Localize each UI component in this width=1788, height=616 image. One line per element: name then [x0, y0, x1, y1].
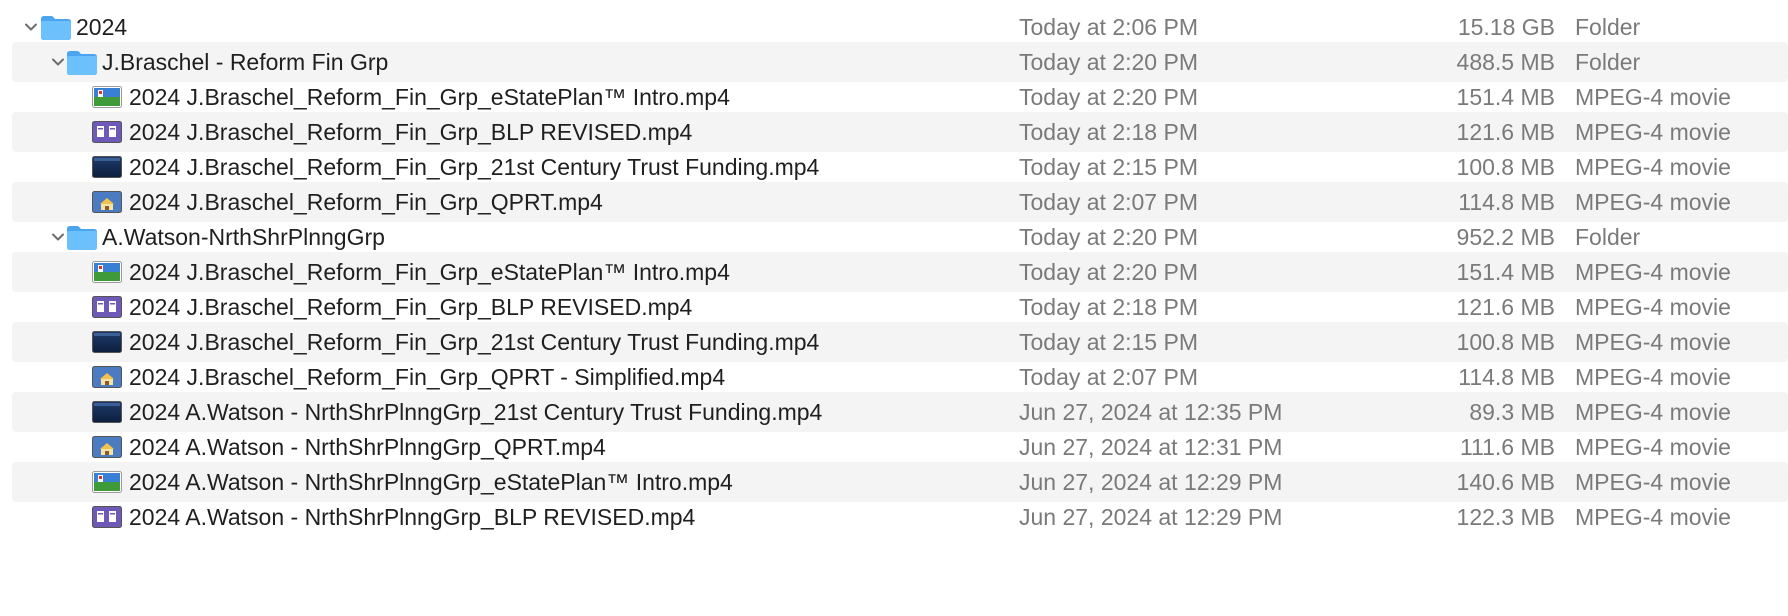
item-name: A.Watson-NrthShrPlnngGrp: [102, 224, 385, 250]
house-thumbnail-icon: [92, 191, 122, 213]
date-modified: Jun 27, 2024 at 12:31 PM: [1019, 434, 1283, 460]
date-modified: Today at 2:15 PM: [1019, 329, 1198, 355]
item-kind: MPEG-4 movie: [1575, 84, 1731, 110]
dark-blue-thumbnail-icon: [92, 331, 122, 353]
item-size: 151.4 MB: [1456, 84, 1555, 110]
file-row[interactable]: 2024 A.Watson - NrthShrPlnngGrp_21st Cen…: [12, 392, 1788, 432]
date-modified: Today at 2:18 PM: [1019, 294, 1198, 320]
item-kind: MPEG-4 movie: [1575, 119, 1731, 145]
date-modified: Today at 2:20 PM: [1019, 224, 1198, 250]
item-name: 2024: [76, 14, 128, 40]
item-kind: MPEG-4 movie: [1575, 364, 1731, 390]
item-name: 2024 A.Watson - NrthShrPlnngGrp_eStatePl…: [129, 469, 733, 495]
item-size: 100.8 MB: [1456, 329, 1555, 355]
date-modified: Jun 27, 2024 at 12:29 PM: [1019, 469, 1283, 495]
date-modified: Jun 27, 2024 at 12:29 PM: [1019, 504, 1283, 530]
date-modified: Today at 2:20 PM: [1019, 84, 1198, 110]
date-modified: Today at 2:07 PM: [1019, 364, 1198, 390]
item-size: 952.2 MB: [1456, 224, 1555, 250]
finder-list-view: 2024 Today at 2:06 PM 15.18 GB Folder J.…: [0, 0, 1788, 616]
item-size: 89.3 MB: [1469, 399, 1555, 425]
item-name: 2024 J.Braschel_Reform_Fin_Grp_21st Cent…: [129, 329, 820, 355]
item-kind: Folder: [1575, 224, 1641, 250]
date-modified: Today at 2:06 PM: [1019, 14, 1198, 40]
file-row[interactable]: 2024 A.Watson - NrthShrPlnngGrp_BLP REVI…: [12, 497, 1788, 537]
folder-icon: [66, 50, 98, 76]
house-thumbnail-icon: [92, 366, 122, 388]
item-name: 2024 J.Braschel_Reform_Fin_Grp_QPRT - Si…: [129, 364, 726, 390]
item-name: 2024 J.Braschel_Reform_Fin_Grp_21st Cent…: [129, 154, 820, 180]
item-size: 114.8 MB: [1458, 189, 1555, 215]
date-modified: Today at 2:18 PM: [1019, 119, 1198, 145]
file-row[interactable]: 2024 J.Braschel_Reform_Fin_Grp_eStatePla…: [12, 77, 1788, 117]
house-thumbnail-icon: [92, 436, 122, 458]
date-modified: Today at 2:15 PM: [1019, 154, 1198, 180]
item-size: 111.6 MB: [1459, 434, 1555, 460]
landscape-thumbnail-icon: [92, 86, 122, 108]
item-size: 151.4 MB: [1456, 259, 1555, 285]
folder-row[interactable]: A.Watson-NrthShrPlnngGrp Today at 2:20 P…: [12, 217, 1788, 257]
item-size: 121.6 MB: [1456, 294, 1555, 320]
item-kind: MPEG-4 movie: [1575, 399, 1731, 425]
item-name: 2024 J.Braschel_Reform_Fin_Grp_BLP REVIS…: [129, 294, 693, 320]
item-name: 2024 J.Braschel_Reform_Fin_Grp_QPRT.mp4: [129, 189, 603, 215]
file-row[interactable]: 2024 J.Braschel_Reform_Fin_Grp_QPRT - Si…: [12, 357, 1788, 397]
folder-row[interactable]: J.Braschel - Reform Fin Grp Today at 2:2…: [12, 42, 1788, 82]
dark-blue-thumbnail-icon: [92, 156, 122, 178]
file-row[interactable]: 2024 J.Braschel_Reform_Fin_Grp_21st Cent…: [12, 322, 1788, 362]
file-row[interactable]: 2024 J.Braschel_Reform_Fin_Grp_BLP REVIS…: [12, 287, 1788, 327]
item-size: 114.8 MB: [1458, 364, 1555, 390]
date-modified: Today at 2:20 PM: [1019, 49, 1198, 75]
item-kind: MPEG-4 movie: [1575, 469, 1731, 495]
file-row[interactable]: 2024 J.Braschel_Reform_Fin_Grp_21st Cent…: [12, 147, 1788, 187]
folder-icon: [66, 225, 98, 251]
landscape-thumbnail-icon: [92, 261, 122, 283]
item-size: 121.6 MB: [1456, 119, 1555, 145]
disclosure-chevron-icon[interactable]: [49, 53, 67, 71]
file-row[interactable]: 2024 J.Braschel_Reform_Fin_Grp_eStatePla…: [12, 252, 1788, 292]
item-name: J.Braschel - Reform Fin Grp: [102, 49, 389, 75]
file-row[interactable]: 2024 J.Braschel_Reform_Fin_Grp_QPRT.mp4 …: [12, 182, 1788, 222]
item-size: 488.5 MB: [1456, 49, 1555, 75]
item-name: 2024 A.Watson - NrthShrPlnngGrp_BLP REVI…: [129, 504, 696, 530]
item-kind: MPEG-4 movie: [1575, 154, 1731, 180]
folder-icon: [40, 15, 72, 41]
item-kind: MPEG-4 movie: [1575, 434, 1731, 460]
item-kind: MPEG-4 movie: [1575, 504, 1731, 530]
item-size: 140.6 MB: [1456, 469, 1555, 495]
file-row[interactable]: 2024 A.Watson - NrthShrPlnngGrp_eStatePl…: [12, 462, 1788, 502]
item-size: 122.3 MB: [1456, 504, 1555, 530]
date-modified: Today at 2:20 PM: [1019, 259, 1198, 285]
item-kind: MPEG-4 movie: [1575, 329, 1731, 355]
purple-slides-thumbnail-icon: [92, 506, 122, 528]
folder-row[interactable]: 2024 Today at 2:06 PM 15.18 GB Folder: [12, 7, 1788, 47]
item-size: 15.18 GB: [1457, 14, 1555, 40]
purple-slides-thumbnail-icon: [92, 121, 122, 143]
item-name: 2024 J.Braschel_Reform_Fin_Grp_eStatePla…: [129, 84, 730, 110]
disclosure-chevron-icon[interactable]: [22, 18, 40, 36]
item-name: 2024 A.Watson - NrthShrPlnngGrp_21st Cen…: [129, 399, 823, 425]
item-kind: MPEG-4 movie: [1575, 189, 1731, 215]
landscape-thumbnail-icon: [92, 471, 122, 493]
file-row[interactable]: 2024 J.Braschel_Reform_Fin_Grp_BLP REVIS…: [12, 112, 1788, 152]
date-modified: Jun 27, 2024 at 12:35 PM: [1019, 399, 1283, 425]
date-modified: Today at 2:07 PM: [1019, 189, 1198, 215]
item-name: 2024 J.Braschel_Reform_Fin_Grp_BLP REVIS…: [129, 119, 693, 145]
dark-blue-thumbnail-icon: [92, 401, 122, 423]
item-kind: Folder: [1575, 14, 1641, 40]
item-kind: Folder: [1575, 49, 1641, 75]
item-name: 2024 J.Braschel_Reform_Fin_Grp_eStatePla…: [129, 259, 730, 285]
item-name: 2024 A.Watson - NrthShrPlnngGrp_QPRT.mp4: [129, 434, 606, 460]
item-kind: MPEG-4 movie: [1575, 294, 1731, 320]
purple-slides-thumbnail-icon: [92, 296, 122, 318]
item-kind: MPEG-4 movie: [1575, 259, 1731, 285]
disclosure-chevron-icon[interactable]: [49, 228, 67, 246]
file-row[interactable]: 2024 A.Watson - NrthShrPlnngGrp_QPRT.mp4…: [12, 427, 1788, 467]
item-size: 100.8 MB: [1456, 154, 1555, 180]
